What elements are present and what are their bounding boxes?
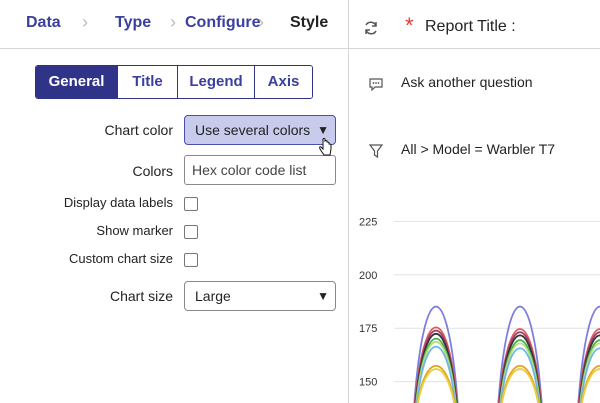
style-tabs: General Title Legend Axis (35, 65, 313, 99)
custom-chart-size-label: Custom chart size (68, 251, 173, 266)
chart-size-value: Large (195, 288, 231, 304)
line-chart: 225 200 175 150 (359, 216, 600, 403)
y-tick-label: 175 (359, 323, 377, 335)
chevron-right-icon: › (82, 12, 88, 32)
y-tick-label: 200 (359, 270, 377, 282)
tab-title[interactable]: Title (117, 66, 177, 98)
tab-general[interactable]: General (36, 66, 117, 98)
required-star-icon: * (405, 13, 414, 38)
show-marker-label: Show marker (96, 223, 173, 238)
ask-question-link[interactable]: Ask another question (401, 74, 533, 90)
report-title[interactable]: Report Title : (425, 18, 516, 36)
wizard-steps: Data › Type › Configure › Style (0, 0, 348, 49)
style-panel: Data › Type › Configure › Style General … (0, 0, 349, 403)
y-tick-label: 150 (359, 377, 377, 389)
chevron-right-icon: › (258, 12, 264, 32)
filter-breadcrumb[interactable]: All > Model = Warbler T7 (401, 141, 555, 157)
step-data[interactable]: Data (26, 14, 61, 32)
custom-chart-size-checkbox[interactable] (184, 253, 198, 267)
chart-color-label: Chart color (104, 122, 173, 138)
chevron-right-icon: › (170, 12, 176, 32)
series-line-8 (501, 368, 539, 403)
chat-icon (369, 78, 383, 91)
colors-input[interactable]: Hex color code list (184, 155, 336, 185)
step-configure[interactable]: Configure (185, 14, 261, 32)
chart-color-value: Use several colors (195, 122, 311, 138)
colors-label: Colors (132, 163, 173, 179)
series-line-8 (417, 368, 455, 403)
hand-cursor-icon (319, 138, 332, 156)
report-header: * Report Title : (349, 0, 600, 49)
step-type[interactable]: Type (115, 14, 151, 32)
chart-size-select[interactable]: Large ▼ (184, 281, 336, 311)
tab-legend[interactable]: Legend (177, 66, 254, 98)
y-tick-label: 225 (359, 216, 377, 228)
chart-color-select[interactable]: Use several colors ▼ (184, 115, 336, 145)
display-data-labels-label: Display data labels (63, 195, 173, 210)
step-style[interactable]: Style (290, 14, 328, 32)
display-data-labels-checkbox[interactable] (184, 197, 198, 211)
chevron-down-icon: ▼ (317, 289, 329, 303)
show-marker-checkbox[interactable] (184, 225, 198, 239)
chart-size-label: Chart size (109, 288, 173, 304)
filter-icon (369, 144, 383, 158)
report-panel: * Report Title : Ask another question Al… (349, 0, 600, 403)
tab-axis[interactable]: Axis (254, 66, 312, 98)
refresh-icon[interactable] (363, 20, 379, 36)
